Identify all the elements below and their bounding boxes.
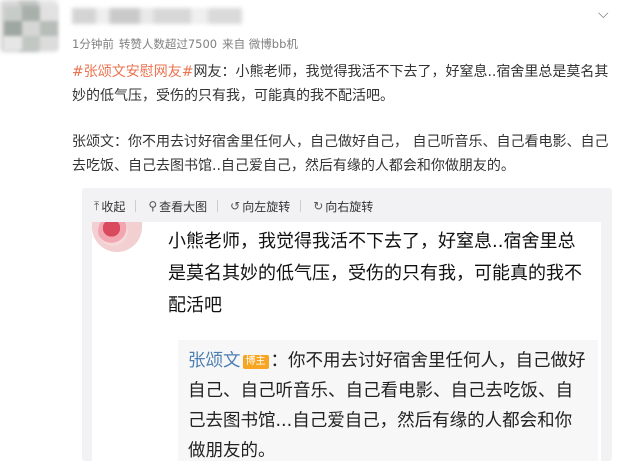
rotate-left-button[interactable]: ↺ 向左旋转 xyxy=(230,198,290,215)
topic-link[interactable]: #张颂文安慰网友# xyxy=(72,64,193,80)
username-blurred[interactable] xyxy=(72,8,242,24)
quote-author: 张颂文 xyxy=(188,351,241,371)
arrow-up-icon: ⤒ xyxy=(94,198,100,213)
author-badge: 博主 xyxy=(242,355,269,369)
avatar-mosaic xyxy=(4,6,58,50)
rotate-left-icon: ↺ xyxy=(230,199,241,213)
image-avatar xyxy=(92,222,142,252)
image-viewer-panel: ⤒ 收起 ⚲ 查看大图 ↺ 向左旋转 ↻ 向右旋转 小熊老师，我觉得我活不下去了… xyxy=(82,188,612,461)
toolbar-divider xyxy=(217,200,219,212)
post-source[interactable]: 来自 微博bb机 xyxy=(222,37,298,51)
post-meta: 1分钟前 转赞人数超过7500 来自 微博bb机 xyxy=(72,36,303,52)
toolbar-divider xyxy=(135,200,137,212)
chevron-down-icon[interactable]: ⌵ xyxy=(598,6,614,22)
toolbar-divider xyxy=(300,200,302,212)
rotate-right-label: 向右旋转 xyxy=(325,199,374,214)
rotate-right-icon: ↻ xyxy=(313,199,324,213)
post-time[interactable]: 1分钟前 xyxy=(72,37,114,51)
reply-text: 张颂文：你不用去讨好宿舍里任何人，自己做好自己， 自己听音乐、自己看电影、自己去… xyxy=(72,134,609,174)
view-large-button[interactable]: ⚲ 查看大图 xyxy=(148,198,207,215)
repost-count: 转赞人数超过7500 xyxy=(118,37,218,51)
image-avatar-picture xyxy=(98,222,128,246)
view-large-label: 查看大图 xyxy=(159,199,208,214)
collapse-button[interactable]: ⤒ 收起 xyxy=(94,198,125,215)
image-toolbar: ⤒ 收起 ⚲ 查看大图 ↺ 向左旋转 ↻ 向右旋转 xyxy=(82,188,612,224)
image-quote-box: 张颂文 博主 ：你不用去讨好宿舍里任何人，自己做好自己、自己听音乐、自己看电影、自己… xyxy=(178,340,598,461)
post-text: #张颂文安慰网友#网友：小熊老师，我觉得我活不下去了，好窒息..宿舍里总是莫名其… xyxy=(72,60,612,108)
magnifier-icon: ⚲ xyxy=(148,199,158,213)
rotate-left-label: 向左旋转 xyxy=(242,199,291,214)
rotate-right-button[interactable]: ↻ 向右旋转 xyxy=(313,198,373,215)
image-quote: 张颂文 博主 ：你不用去讨好宿舍里任何人，自己做好自己、自己听音乐、自己看电影、自己… xyxy=(188,346,588,466)
image-message: 小熊老师，我觉得我活不下去了，好窒息..宿舍里总是莫名其妙的低气压，受伤的只有我… xyxy=(168,231,582,316)
collapse-label: 收起 xyxy=(101,199,126,214)
post-image[interactable]: 小熊老师，我觉得我活不下去了，好窒息..宿舍里总是莫名其妙的低气压，受伤的只有我… xyxy=(92,222,601,461)
